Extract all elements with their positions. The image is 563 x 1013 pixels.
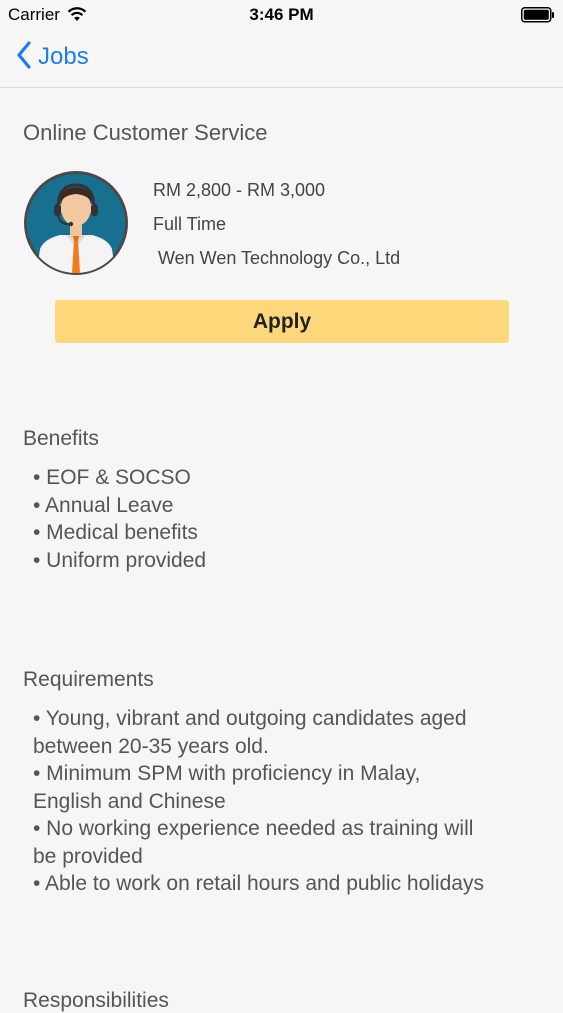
- list-item: • Medical benefits: [33, 521, 198, 544]
- company-name: Wen Wen Technology Co., Ltd: [158, 248, 401, 268]
- responsibilities-heading: Responsibilities: [23, 989, 169, 1012]
- chevron-left-icon: [16, 40, 32, 74]
- list-item: • Annual Leave: [33, 493, 174, 517]
- requirements-list: • Young, vibrant and outgoing candidates…: [33, 705, 484, 898]
- list-item: • No working experience needed as traini…: [33, 817, 474, 840]
- salary-range: RM 2,800 - RM 3,000: [153, 180, 326, 200]
- battery-icon: [521, 7, 555, 28]
- requirements-heading: Requirements: [23, 668, 154, 691]
- back-button[interactable]: Jobs: [16, 40, 89, 74]
- list-item: between 20-35 years old.: [33, 734, 269, 758]
- list-item: • Minimum SPM with proficiency in Malay,: [33, 762, 421, 785]
- benefits-list: • EOF & SOCSO • Annual Leave • Medical b…: [33, 464, 206, 574]
- navigation-bar: Jobs: [0, 30, 563, 88]
- apply-button[interactable]: Apply: [55, 300, 509, 343]
- employment-type: Full Time: [153, 214, 227, 234]
- back-label: Jobs: [38, 43, 89, 70]
- list-item: • Young, vibrant and outgoing candidates…: [33, 707, 467, 730]
- list-item: • Uniform provided: [33, 548, 207, 572]
- benefits-heading: Benefits: [23, 427, 99, 450]
- status-bar: Carrier 3:46 PM: [0, 0, 563, 30]
- customer-service-agent-avatar: [22, 169, 130, 277]
- list-item: • Able to work on retail hours and publi…: [33, 872, 484, 895]
- list-item: • EOF & SOCSO: [33, 466, 191, 489]
- list-item: be provided: [33, 844, 143, 868]
- status-time: 3:46 PM: [249, 5, 314, 24]
- list-item: English and Chinese: [33, 789, 226, 813]
- job-title: Online Customer Service: [23, 120, 268, 145]
